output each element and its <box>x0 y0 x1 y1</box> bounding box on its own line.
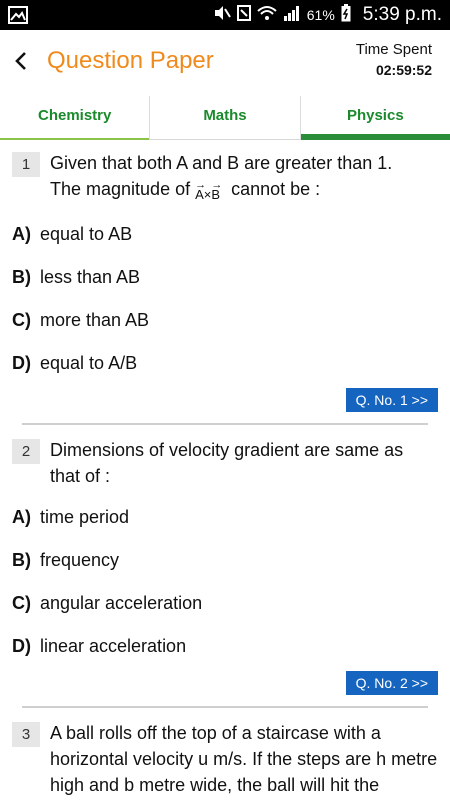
option-a[interactable]: A) equal to AB <box>12 224 438 245</box>
tab-physics-label: Physics <box>346 107 404 124</box>
question-number: 3 <box>12 722 40 747</box>
tab-physics[interactable]: Physics <box>300 96 450 140</box>
option-b[interactable]: B) less than AB <box>12 267 438 288</box>
question-card: 1 Given that both A and B are greater th… <box>0 140 450 425</box>
question-card: 2 Dimensions of velocity gradient are sa… <box>0 425 450 708</box>
gallery-icon <box>8 6 28 24</box>
option-c[interactable]: C) angular acceleration <box>12 593 438 614</box>
time-spent-label: Time Spent <box>355 41 432 58</box>
time-spent: Time Spent 02:59:52 <box>356 41 432 78</box>
question-card: 3 A ball rolls off the top of a staircas… <box>0 708 450 798</box>
option-label: A) <box>12 507 31 527</box>
option-text: less than AB <box>40 267 141 287</box>
clock: 5:39 p.m. <box>362 4 442 25</box>
time-spent-value: 02:59:52 <box>375 62 432 78</box>
option-text: linear acceleration <box>40 636 187 656</box>
question-text: 2 Dimensions of velocity gradient are sa… <box>12 425 438 489</box>
option-b[interactable]: B) frequency <box>12 550 438 571</box>
option-label: B) <box>12 267 31 287</box>
option-d[interactable]: D) equal to A/B <box>12 353 438 374</box>
page-title: Question Paper <box>47 47 214 74</box>
tab-chemistry[interactable]: Chemistry <box>0 96 151 140</box>
question-number: 2 <box>12 439 40 464</box>
option-label: B) <box>12 550 31 570</box>
subject-tabs: Chemistry Maths Physics <box>0 96 450 140</box>
question-list: 1 Given that both A and B are greater th… <box>0 140 450 800</box>
mute-icon <box>213 5 231 25</box>
question-text: 3 A ball rolls off the top of a staircas… <box>12 708 438 798</box>
option-text: equal to AB <box>40 224 133 244</box>
nfc-icon <box>236 5 251 25</box>
question-text: 1 Given that both A and B are greater th… <box>12 140 438 202</box>
question-text-line1: Given that both A and B are greater than… <box>50 153 393 173</box>
battery-percent: 61% <box>306 7 335 23</box>
option-text: frequency <box>40 550 120 570</box>
wifi-icon <box>257 5 277 25</box>
option-label: D) <box>12 636 31 656</box>
tab-maths-label: Maths <box>203 107 247 124</box>
question-nav-button[interactable]: Q. No. 1 >> <box>345 388 438 412</box>
option-text: angular acceleration <box>40 593 203 613</box>
question-text-body: A ball rolls off the top of a staircase … <box>50 723 438 795</box>
option-label: A) <box>12 224 31 244</box>
option-label: C) <box>12 593 31 613</box>
question-text-line2-post: cannot be : <box>231 179 321 199</box>
back-arrow-icon[interactable] <box>8 46 34 76</box>
question-text-body: Dimensions of velocity gradient are same… <box>50 440 404 486</box>
option-label: C) <box>12 310 31 330</box>
question-text-line2-pre: The magnitude of <box>50 179 191 199</box>
battery-icon <box>341 4 351 26</box>
question-number: 1 <box>12 152 40 177</box>
tab-chemistry-label: Chemistry <box>37 107 112 124</box>
option-c[interactable]: C) more than AB <box>12 310 438 331</box>
vector-expression: → A× → B <box>195 179 223 202</box>
question-nav-button[interactable]: Q. No. 2 >> <box>345 671 438 695</box>
status-bar: 61% 5:39 p.m. <box>0 0 450 30</box>
option-text: equal to A/B <box>40 353 138 373</box>
tab-maths[interactable]: Maths <box>150 96 301 139</box>
option-text: more than AB <box>40 310 150 330</box>
option-label: D) <box>12 353 31 373</box>
option-a[interactable]: A) time period <box>12 507 438 528</box>
option-d[interactable]: D) linear acceleration <box>12 636 438 657</box>
app-header: Question Paper Time Spent 02:59:52 <box>0 30 450 94</box>
signal-icon <box>283 5 301 25</box>
option-text: time period <box>40 507 130 527</box>
